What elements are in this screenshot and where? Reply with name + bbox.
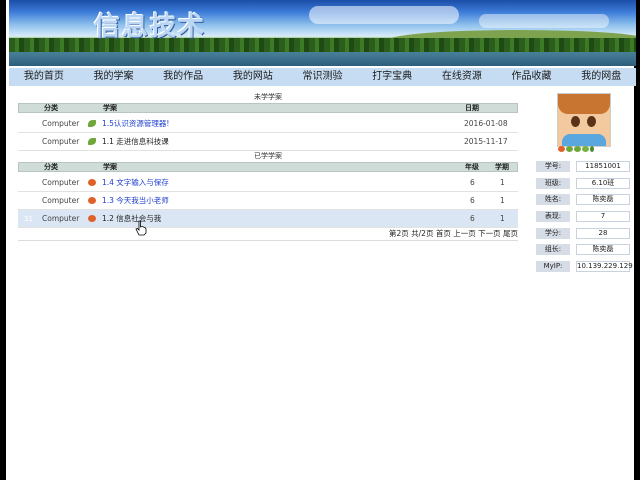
nav-item-works[interactable]: 我的作品 [148, 68, 218, 86]
info-credits: 学分: 28 [536, 228, 632, 239]
leaf-icon [574, 146, 581, 152]
unlearned-table-header: 分类 学案 日期 [18, 103, 518, 113]
lake-decoration [9, 52, 636, 66]
leaf-icon [582, 146, 589, 152]
nav-item-typing[interactable]: 打字宝典 [357, 68, 427, 86]
avatar-eye [587, 116, 596, 127]
sprout-icon [590, 146, 594, 152]
plan-text: 1.2 信息社会与我 [102, 214, 162, 223]
learned-table-header: 分类 学案 年级 学期 [18, 162, 518, 172]
nav-item-website[interactable]: 我的网站 [218, 68, 288, 86]
table-row-highlighted[interactable]: 31 Computer 1.2 信息社会与我 6 1 [18, 210, 518, 228]
info-value: 28 [576, 228, 630, 239]
table-row: Computer 1.4 文字输入与保存 6 1 [18, 174, 518, 192]
nav-item-home[interactable]: 我的首页 [9, 68, 79, 86]
info-value: 陈奕磊 [576, 244, 630, 255]
category-cell: Computer [42, 137, 80, 146]
site-logo: 信息技术 [94, 12, 207, 42]
date-cell: 2015-11-17 [464, 137, 508, 146]
learned-title: 已学学案 [254, 152, 282, 160]
plan-link[interactable]: 1.3 今天我当小老师 [102, 192, 169, 210]
info-performance: 表现: 7 [536, 211, 632, 222]
page: 信息技术 我的首页 我的学案 我的作品 我的网站 常识测验 打字宝典 在线资源 … [0, 0, 640, 480]
nav-item-favorites[interactable]: 作品收藏 [497, 68, 567, 86]
info-value: 11851001 [576, 161, 630, 172]
info-label: 姓名: [536, 194, 570, 205]
info-team-leader: 组长: 陈奕磊 [536, 244, 632, 255]
info-label: 表现: [536, 211, 570, 222]
plan-link[interactable]: 1.5认识资源管理器! [102, 115, 169, 133]
cloud-decoration [309, 6, 459, 24]
nav-item-quiz[interactable]: 常识测验 [288, 68, 358, 86]
row-number: 31 [24, 215, 33, 223]
category-cell: Computer [42, 178, 80, 187]
achievement-icons [558, 146, 610, 154]
term-cell: 1 [500, 214, 505, 223]
nav-item-plans[interactable]: 我的学案 [79, 68, 149, 86]
info-value: 6.10班 [576, 178, 630, 189]
info-value: 7 [576, 211, 630, 222]
info-value: 10.139.229.129 [576, 261, 633, 272]
grade-cell: 6 [470, 214, 475, 223]
info-student-id: 学号: 11851001 [536, 161, 632, 172]
cloud-decoration [479, 14, 609, 28]
header-grade: 年级 [465, 163, 479, 171]
tomato-icon [88, 215, 96, 222]
avatar-hair [558, 94, 610, 114]
info-name: 姓名: 陈奕磊 [536, 194, 632, 205]
header-term: 学期 [495, 163, 509, 171]
tomato-icon [88, 179, 96, 186]
main-nav: 我的首页 我的学案 我的作品 我的网站 常识测验 打字宝典 在线资源 作品收藏 … [9, 68, 636, 86]
category-cell: Computer [42, 214, 80, 223]
pagination[interactable]: 第2页 共/2页 首页 上一页 下一页 尾页 [18, 228, 518, 241]
unlearned-title: 未学学案 [254, 93, 282, 101]
term-cell: 1 [500, 178, 505, 187]
avatar-eye [571, 116, 580, 127]
plan-text: 1.1 走进信息科技课 [102, 137, 169, 146]
info-label: 组长: [536, 244, 570, 255]
category-cell: Computer [42, 119, 80, 128]
header-plan: 学案 [103, 163, 117, 171]
leaf-icon [88, 120, 96, 127]
tomato-icon [88, 197, 96, 204]
info-label: 班级: [536, 178, 570, 189]
nav-item-resources[interactable]: 在线资源 [427, 68, 497, 86]
term-cell: 1 [500, 196, 505, 205]
nav-item-netdisk[interactable]: 我的网盘 [566, 68, 636, 86]
table-row: Computer 1.3 今天我当小老师 6 1 [18, 192, 518, 210]
header-date: 日期 [465, 104, 479, 112]
table-row: Computer 1.1 走进信息科技课 2015-11-17 [18, 133, 518, 151]
info-value: 陈奕磊 [576, 194, 630, 205]
tomato-icon [558, 146, 565, 152]
info-label: MyIP: [536, 261, 570, 272]
grade-cell: 6 [470, 178, 475, 187]
plan-link[interactable]: 1.4 文字输入与保存 [102, 174, 169, 192]
date-cell: 2016-01-08 [464, 119, 508, 128]
grade-cell: 6 [470, 196, 475, 205]
category-cell: Computer [42, 196, 80, 205]
hand-cursor-icon [135, 220, 147, 236]
leaf-icon [88, 138, 96, 145]
site-banner: 信息技术 [9, 0, 636, 66]
info-ip: MyIP: 10.139.229.129 [536, 261, 633, 272]
info-class: 班级: 6.10班 [536, 178, 632, 189]
header-plan: 学案 [103, 104, 117, 112]
header-category: 分类 [44, 104, 58, 112]
info-label: 学号: [536, 161, 570, 172]
leaf-icon [566, 146, 573, 152]
avatar [557, 93, 611, 147]
left-frame-border [0, 0, 6, 480]
header-category: 分类 [44, 163, 58, 171]
info-label: 学分: [536, 228, 570, 239]
table-row: Computer 1.5认识资源管理器! 2016-01-08 [18, 115, 518, 133]
